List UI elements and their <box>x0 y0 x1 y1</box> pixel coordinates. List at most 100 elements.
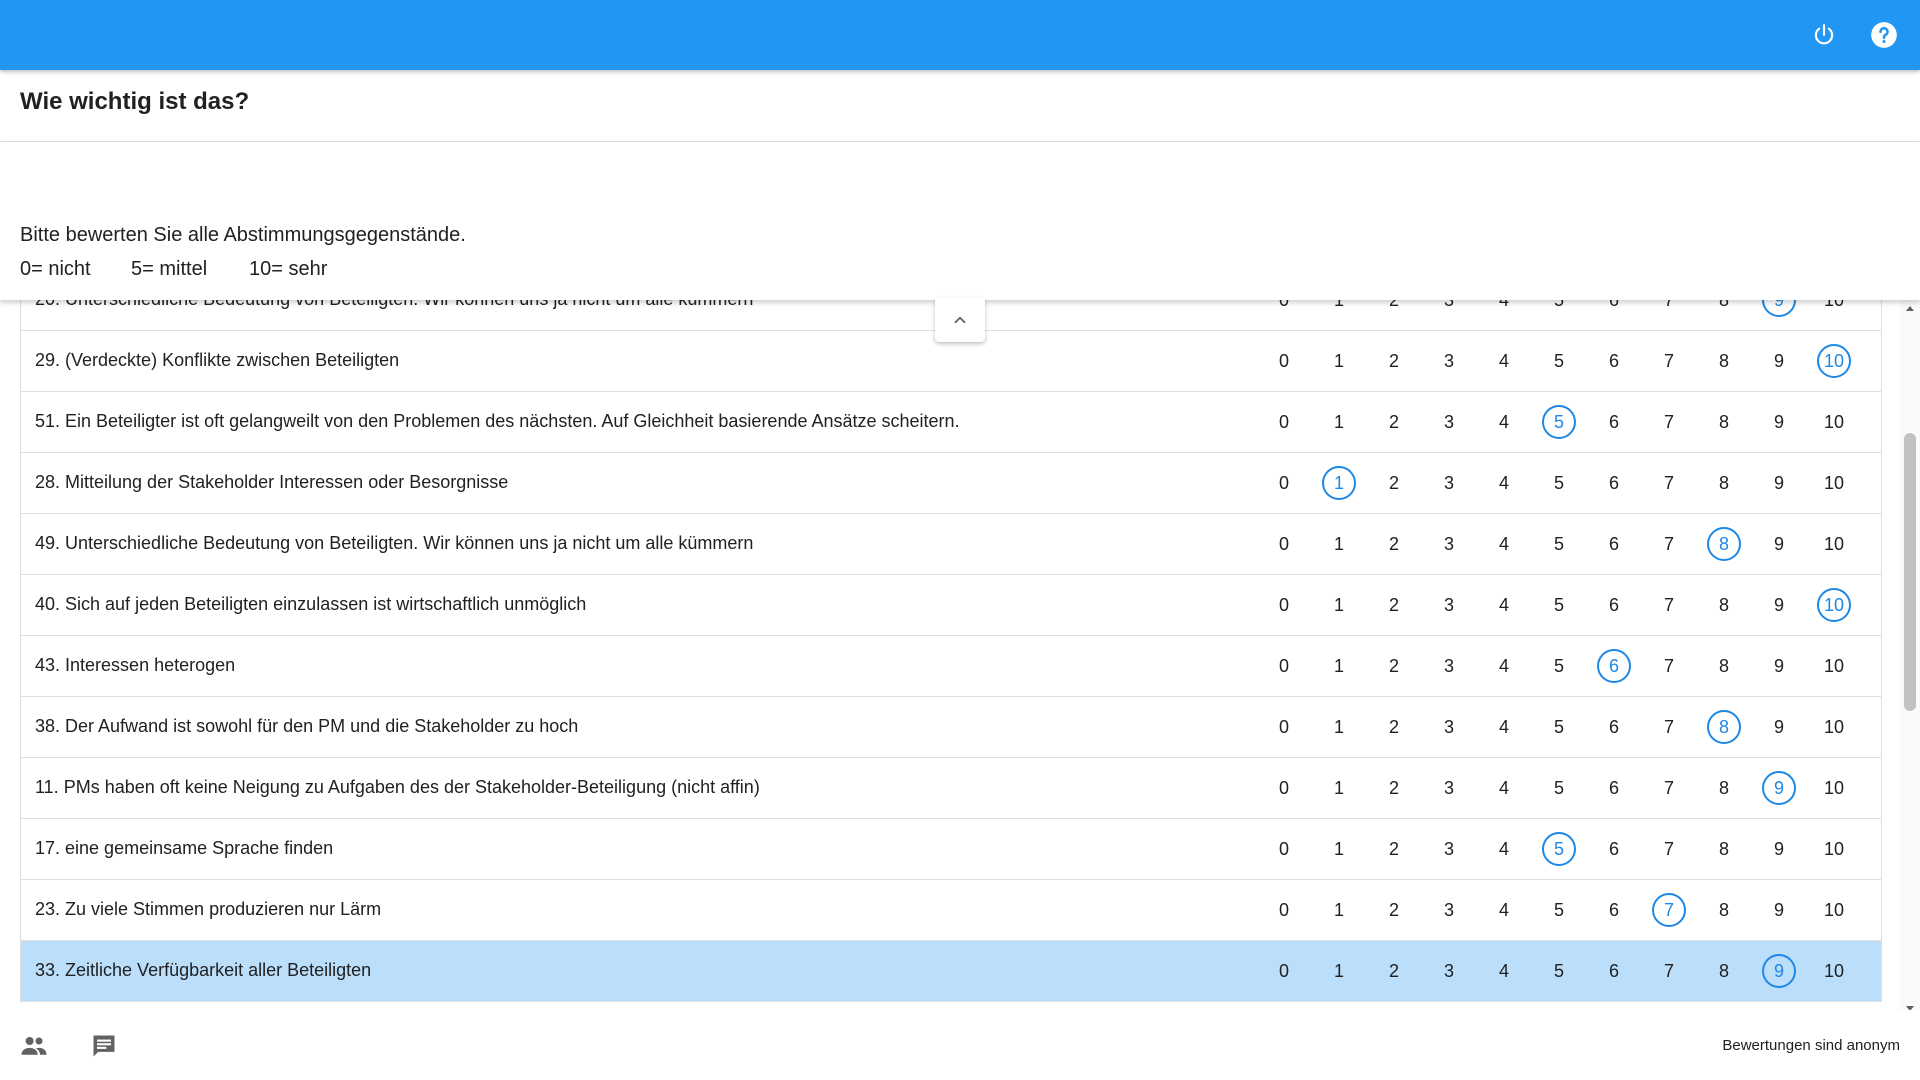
rating-option-10[interactable]: 10 <box>1817 588 1851 622</box>
rating-option-0[interactable]: 0 <box>1267 527 1301 561</box>
rating-option-9[interactable]: 9 <box>1762 771 1796 805</box>
rating-option-6[interactable]: 6 <box>1597 954 1631 988</box>
rating-option-1[interactable]: 1 <box>1322 832 1356 866</box>
scroll-up-arrow[interactable] <box>1906 306 1914 311</box>
rating-option-0[interactable]: 0 <box>1267 832 1301 866</box>
rating-option-7[interactable]: 7 <box>1652 954 1686 988</box>
collapse-button[interactable] <box>935 298 985 342</box>
rating-option-8[interactable]: 8 <box>1707 527 1741 561</box>
rating-option-3[interactable]: 3 <box>1432 300 1466 317</box>
rating-option-1[interactable]: 1 <box>1322 710 1356 744</box>
rating-option-6[interactable]: 6 <box>1597 649 1631 683</box>
rating-option-10[interactable]: 10 <box>1817 405 1851 439</box>
rating-option-10[interactable]: 10 <box>1817 832 1851 866</box>
rating-option-4[interactable]: 4 <box>1487 954 1521 988</box>
rating-option-8[interactable]: 8 <box>1707 300 1741 317</box>
rating-option-5[interactable]: 5 <box>1542 832 1576 866</box>
rating-option-8[interactable]: 8 <box>1707 710 1741 744</box>
rating-option-0[interactable]: 0 <box>1267 710 1301 744</box>
rating-option-6[interactable]: 6 <box>1597 466 1631 500</box>
people-icon[interactable] <box>18 1030 50 1062</box>
rating-option-2[interactable]: 2 <box>1377 832 1411 866</box>
rating-option-4[interactable]: 4 <box>1487 893 1521 927</box>
rating-option-9[interactable]: 9 <box>1762 405 1796 439</box>
rating-option-0[interactable]: 0 <box>1267 300 1301 317</box>
rating-option-5[interactable]: 5 <box>1542 466 1576 500</box>
rating-option-5[interactable]: 5 <box>1542 344 1576 378</box>
table-row[interactable]: 51. Ein Beteiligter ist oft gelangweilt … <box>21 392 1881 453</box>
rating-option-3[interactable]: 3 <box>1432 344 1466 378</box>
rating-option-1[interactable]: 1 <box>1322 466 1356 500</box>
table-row[interactable]: 17. eine gemeinsame Sprache finden 0 1 2 3 4 5… <box>21 819 1881 880</box>
rating-option-3[interactable]: 3 <box>1432 649 1466 683</box>
rating-option-10[interactable]: 10 <box>1817 954 1851 988</box>
table-row[interactable]: 11. PMs haben oft keine Neigung zu Aufga… <box>21 758 1881 819</box>
table-row[interactable]: 28. Mitteilung der Stakeholder Interesse… <box>21 453 1881 514</box>
rating-option-8[interactable]: 8 <box>1707 832 1741 866</box>
rating-option-4[interactable]: 4 <box>1487 588 1521 622</box>
rating-option-4[interactable]: 4 <box>1487 527 1521 561</box>
rating-option-7[interactable]: 7 <box>1652 588 1686 622</box>
rating-option-10[interactable]: 10 <box>1817 300 1851 317</box>
rating-option-10[interactable]: 10 <box>1817 710 1851 744</box>
table-row[interactable]: 23. Zu viele Stimmen produzieren nur Lär… <box>21 880 1881 941</box>
rating-option-1[interactable]: 1 <box>1322 771 1356 805</box>
rating-option-3[interactable]: 3 <box>1432 832 1466 866</box>
rating-option-5[interactable]: 5 <box>1542 300 1576 317</box>
rating-option-6[interactable]: 6 <box>1597 771 1631 805</box>
rating-option-7[interactable]: 7 <box>1652 649 1686 683</box>
rating-option-5[interactable]: 5 <box>1542 954 1576 988</box>
rating-option-7[interactable]: 7 <box>1652 710 1686 744</box>
rating-option-1[interactable]: 1 <box>1322 588 1356 622</box>
rating-option-2[interactable]: 2 <box>1377 649 1411 683</box>
rating-option-10[interactable]: 10 <box>1817 893 1851 927</box>
rating-option-10[interactable]: 10 <box>1817 466 1851 500</box>
rating-option-4[interactable]: 4 <box>1487 405 1521 439</box>
rating-option-9[interactable]: 9 <box>1762 893 1796 927</box>
rating-option-7[interactable]: 7 <box>1652 771 1686 805</box>
rating-option-3[interactable]: 3 <box>1432 588 1466 622</box>
rating-option-3[interactable]: 3 <box>1432 405 1466 439</box>
rating-option-2[interactable]: 2 <box>1377 588 1411 622</box>
rating-option-0[interactable]: 0 <box>1267 954 1301 988</box>
rating-option-6[interactable]: 6 <box>1597 405 1631 439</box>
table-row[interactable]: 49. Unterschiedliche Bedeutung von Betei… <box>21 514 1881 575</box>
rating-option-4[interactable]: 4 <box>1487 344 1521 378</box>
rating-option-8[interactable]: 8 <box>1707 893 1741 927</box>
rating-option-9[interactable]: 9 <box>1762 954 1796 988</box>
rating-option-9[interactable]: 9 <box>1762 300 1796 317</box>
rating-option-5[interactable]: 5 <box>1542 893 1576 927</box>
scrollbar[interactable] <box>1900 300 1920 1018</box>
help-icon[interactable] <box>1868 19 1900 51</box>
rating-option-4[interactable]: 4 <box>1487 649 1521 683</box>
rating-option-6[interactable]: 6 <box>1597 527 1631 561</box>
rating-option-3[interactable]: 3 <box>1432 710 1466 744</box>
rating-option-4[interactable]: 4 <box>1487 771 1521 805</box>
rating-option-1[interactable]: 1 <box>1322 954 1356 988</box>
rating-option-3[interactable]: 3 <box>1432 527 1466 561</box>
rating-option-1[interactable]: 1 <box>1322 649 1356 683</box>
rating-option-6[interactable]: 6 <box>1597 710 1631 744</box>
rating-option-9[interactable]: 9 <box>1762 649 1796 683</box>
rating-option-2[interactable]: 2 <box>1377 710 1411 744</box>
table-row[interactable]: 40. Sich auf jeden Beteiligten einzulass… <box>21 575 1881 636</box>
rating-option-4[interactable]: 4 <box>1487 300 1521 317</box>
power-icon[interactable] <box>1808 19 1840 51</box>
rating-option-2[interactable]: 2 <box>1377 527 1411 561</box>
rating-option-7[interactable]: 7 <box>1652 466 1686 500</box>
rating-option-2[interactable]: 2 <box>1377 893 1411 927</box>
rating-option-9[interactable]: 9 <box>1762 588 1796 622</box>
rating-option-4[interactable]: 4 <box>1487 710 1521 744</box>
rating-option-4[interactable]: 4 <box>1487 466 1521 500</box>
rating-option-1[interactable]: 1 <box>1322 300 1356 317</box>
rating-option-5[interactable]: 5 <box>1542 649 1576 683</box>
rating-option-2[interactable]: 2 <box>1377 771 1411 805</box>
rating-option-1[interactable]: 1 <box>1322 405 1356 439</box>
rating-option-5[interactable]: 5 <box>1542 771 1576 805</box>
rating-option-3[interactable]: 3 <box>1432 893 1466 927</box>
rating-option-3[interactable]: 3 <box>1432 771 1466 805</box>
rating-option-4[interactable]: 4 <box>1487 832 1521 866</box>
rating-option-8[interactable]: 8 <box>1707 588 1741 622</box>
rating-option-9[interactable]: 9 <box>1762 466 1796 500</box>
rating-option-5[interactable]: 5 <box>1542 588 1576 622</box>
